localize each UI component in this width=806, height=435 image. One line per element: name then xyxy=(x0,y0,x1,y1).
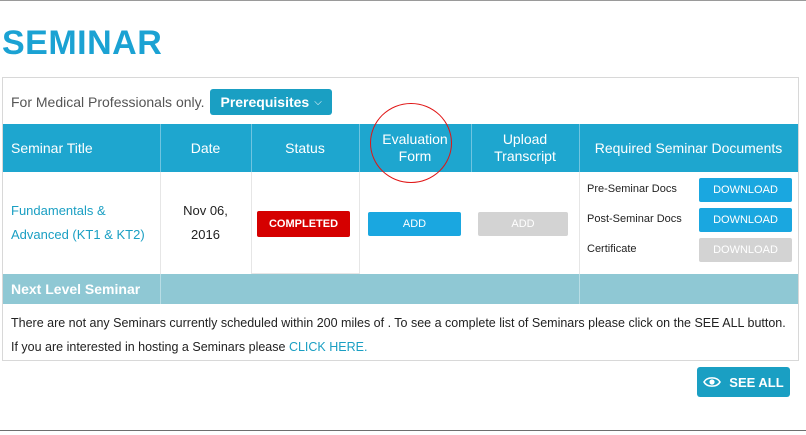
top-divider xyxy=(0,0,806,1)
seminar-title-line2: Advanced (KT1 & KT2) xyxy=(11,227,145,242)
table-row: Fundamentals & Advanced (KT1 & KT2) Nov … xyxy=(3,172,798,274)
next-level-divider xyxy=(579,274,580,304)
column-divider xyxy=(359,172,360,274)
next-level-notice: There are not any Seminars currently sch… xyxy=(11,311,796,359)
pre-seminar-docs-label: Pre-Seminar Docs xyxy=(587,183,677,195)
seminar-date: Nov 06, 2016 xyxy=(160,199,251,247)
column-divider xyxy=(251,172,252,274)
header-date: Date xyxy=(190,139,221,156)
eye-icon xyxy=(703,377,722,387)
header-divider xyxy=(359,124,360,172)
click-here-link[interactable]: CLICK HERE. xyxy=(289,340,368,354)
post-seminar-docs-label: Post-Seminar Docs xyxy=(587,213,682,225)
header-evaluation-form: Evaluation Form xyxy=(359,124,471,172)
header-divider xyxy=(579,124,580,172)
header-divider xyxy=(160,124,161,172)
evaluation-add-button[interactable]: ADD xyxy=(368,212,461,236)
next-level-title: Next Level Seminar xyxy=(11,281,141,297)
status-badge: COMPLETED xyxy=(257,211,350,237)
header-upload-transcript: Upload Transcript xyxy=(471,124,579,172)
page-title: SEMINAR xyxy=(2,24,163,62)
seminar-date-line2: 2016 xyxy=(191,227,220,242)
certificate-label: Certificate xyxy=(587,243,637,255)
header-status: Status xyxy=(285,139,325,156)
seminar-title-line1: Fundamentals & xyxy=(11,203,106,218)
table-header: Seminar Title Date Status Evaluation For… xyxy=(3,124,798,172)
header-divider xyxy=(471,124,472,172)
prerequisites-dropdown[interactable]: Prerequisites ⌵ xyxy=(210,89,332,115)
certificate-download-button[interactable]: DOWNLOAD xyxy=(699,238,792,262)
seminar-panel: For Medical Professionals only. Prerequi… xyxy=(2,77,799,361)
chevron-down-icon: ⌵ xyxy=(314,96,322,108)
seminar-title-cell: Fundamentals & Advanced (KT1 & KT2) xyxy=(3,172,160,274)
column-divider xyxy=(579,172,580,274)
pre-seminar-download-button[interactable]: DOWNLOAD xyxy=(699,178,792,202)
intro-bar: For Medical Professionals only. Prerequi… xyxy=(11,88,332,116)
date-cell: Nov 06, 2016 xyxy=(160,172,251,274)
header-upload-line2: Transcript xyxy=(494,148,556,164)
see-all-button[interactable]: SEE ALL xyxy=(697,367,790,397)
prerequisites-label: Prerequisites xyxy=(220,94,310,110)
header-required-documents: Required Seminar Documents xyxy=(594,139,783,156)
header-evaluation-line1: Evaluation xyxy=(382,131,448,147)
bottom-divider xyxy=(0,430,806,431)
next-level-divider xyxy=(160,274,161,304)
header-seminar-title: Seminar Title xyxy=(11,139,93,156)
upload-transcript-add-button[interactable]: ADD xyxy=(478,212,568,236)
seminar-title-link[interactable]: Fundamentals & Advanced (KT1 & KT2) xyxy=(3,199,145,247)
header-divider xyxy=(251,124,252,172)
intro-text: For Medical Professionals only. xyxy=(11,94,205,110)
header-evaluation-line2: Form xyxy=(398,148,432,164)
next-level-bar: Next Level Seminar xyxy=(3,274,798,304)
post-seminar-download-button[interactable]: DOWNLOAD xyxy=(699,208,792,232)
seminar-date-line1: Nov 06, xyxy=(183,203,228,218)
header-upload-line1: Upload xyxy=(502,131,548,147)
see-all-label: SEE ALL xyxy=(729,374,784,390)
notice-text: There are not any Seminars currently sch… xyxy=(11,316,786,354)
